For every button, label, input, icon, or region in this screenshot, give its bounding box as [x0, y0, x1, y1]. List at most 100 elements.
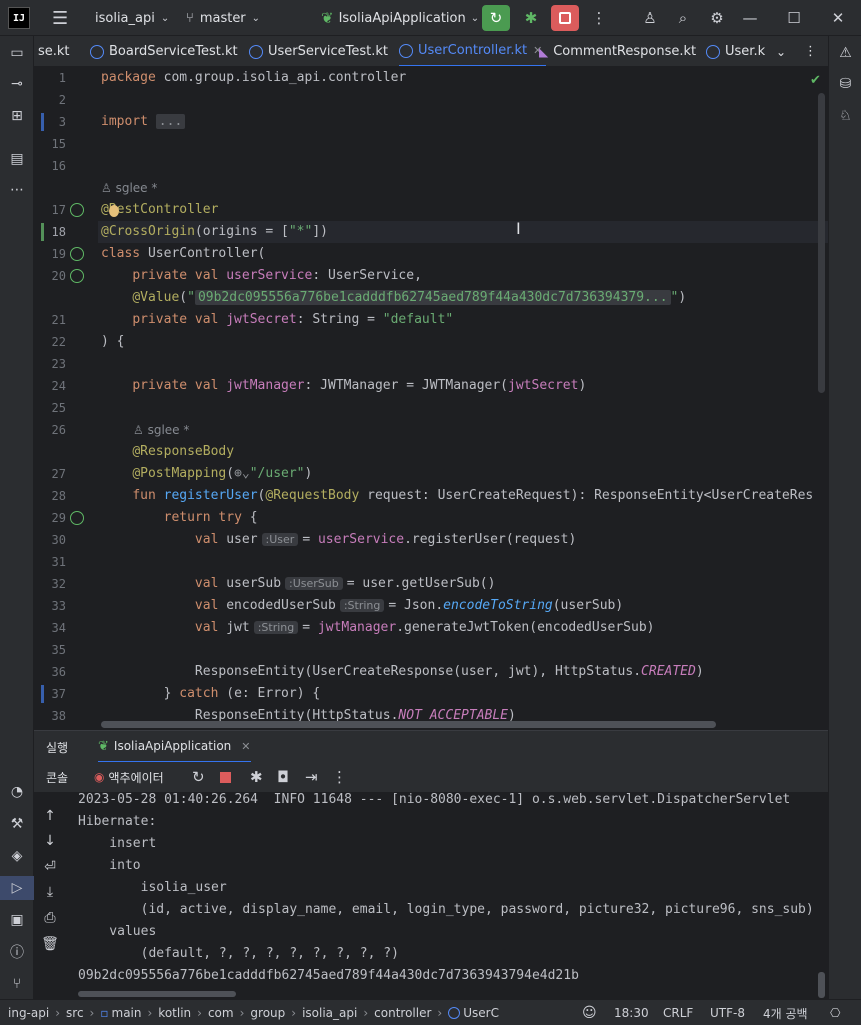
- commit-tool-button[interactable]: ⊸: [0, 72, 34, 96]
- clear-console-button[interactable]: 🗑: [34, 932, 66, 956]
- breadcrumb-item[interactable]: main: [112, 1006, 142, 1020]
- inspection-ok-icon[interactable]: ✔: [810, 73, 821, 88]
- rerun-button[interactable]: ↻: [482, 5, 510, 31]
- tabs-dropdown-button[interactable]: ⌄: [776, 36, 786, 66]
- right-tool-strip: ⚠ ⛁ ♘: [828, 36, 861, 999]
- tab-item-active[interactable]: UserController.kt ✕: [399, 36, 547, 66]
- unlock-icon: ⎔: [830, 1006, 841, 1020]
- tab-console[interactable]: 콘솔: [46, 762, 68, 792]
- gradle-tool-button[interactable]: ♘: [829, 104, 861, 128]
- notifications-tool-button[interactable]: ⚠: [829, 41, 861, 65]
- line-separator[interactable]: CRLF: [663, 1000, 693, 1025]
- profiler-tool-button[interactable]: ◔: [0, 780, 34, 804]
- scroll-to-end-button[interactable]: ⤓: [34, 880, 66, 904]
- screenshot-button[interactable]: ◘: [277, 762, 289, 792]
- cursor-position[interactable]: 18:30: [614, 1000, 649, 1025]
- spring-bean-icon[interactable]: [70, 247, 84, 261]
- scroll-down-button[interactable]: ↓: [34, 829, 66, 853]
- branch-selector[interactable]: ⑂ master ⌄: [186, 0, 260, 36]
- stop-small-button[interactable]: [220, 762, 231, 792]
- project-selector[interactable]: isolia_api ⌄: [95, 0, 169, 36]
- author-hint[interactable]: ♙ sglee *: [101, 181, 157, 195]
- main-menu-button[interactable]: ☰: [52, 0, 68, 36]
- copilot-status[interactable]: ☺: [582, 1000, 597, 1025]
- console-side-toolbar: ↑ ↓ ⏎ ⤓ ⎙ 🗑: [34, 792, 66, 999]
- code-line: val jwt:String = jwtManager.generateJwtTo…: [194, 620, 655, 635]
- breadcrumb-item[interactable]: src: [66, 1006, 84, 1020]
- author-hint[interactable]: ♙ sglee *: [133, 423, 189, 437]
- maximize-button[interactable]: ☐: [780, 5, 808, 31]
- line-number: 26: [51, 423, 66, 437]
- minimize-button[interactable]: —: [736, 5, 764, 31]
- vertical-scrollbar[interactable]: [818, 93, 825, 393]
- settings-button[interactable]: ⚙: [703, 5, 731, 31]
- terminal-tool-button[interactable]: ▣: [0, 908, 34, 932]
- tab-item[interactable]: UserServiceTest.kt: [249, 36, 388, 66]
- bell-icon: ⚠: [839, 45, 852, 61]
- readonly-toggle[interactable]: ⎔: [830, 1000, 840, 1025]
- run-tool-button[interactable]: ▷: [0, 876, 34, 900]
- export-button[interactable]: ⇥: [305, 762, 318, 792]
- breadcrumb-item[interactable]: controller: [374, 1006, 431, 1020]
- breadcrumb-item[interactable]: UserC: [463, 1006, 499, 1020]
- kotlin-class-icon: [90, 44, 104, 59]
- folded-value-string[interactable]: 09b2dc095556a776be1cadddfb62745aed789f44…: [194, 290, 671, 305]
- title-bar: IJ ☰ isolia_api ⌄ ⑂ master ⌄ ❦ IsoliaApi…: [0, 0, 861, 36]
- tab-item[interactable]: ◣ CommentResponse.kt: [539, 36, 696, 66]
- web-endpoint-icon[interactable]: [70, 511, 84, 525]
- spring-bean-icon[interactable]: [70, 269, 84, 283]
- console-output[interactable]: ↑ ↓ ⏎ ⤓ ⎙ 🗑 2023-05-28 01:40:26.264 INFO…: [34, 792, 828, 999]
- code-line: fun registerUser(@RequestBody request: U…: [132, 488, 814, 503]
- lightbulb-icon[interactable]: [109, 205, 119, 217]
- folded-imports[interactable]: ...: [155, 114, 186, 129]
- intellij-logo-icon[interactable]: IJ: [8, 7, 30, 29]
- tab-actuator[interactable]: ◉ 액추에이터: [94, 762, 164, 792]
- structure-tool-button[interactable]: ⊞: [0, 104, 34, 128]
- folder-icon: ▭: [10, 45, 24, 61]
- spring-bean-icon[interactable]: [70, 203, 84, 217]
- line-number: 17: [51, 203, 66, 217]
- search-button[interactable]: ⌕: [669, 5, 697, 31]
- run-more-button[interactable]: ⋮: [332, 762, 347, 792]
- services-tool-button[interactable]: ◈: [0, 844, 34, 868]
- indent-setting[interactable]: 4개 공백: [763, 1000, 808, 1025]
- print-button[interactable]: ⎙: [34, 906, 66, 930]
- add-user-button[interactable]: ♙: [636, 5, 664, 31]
- tab-item[interactable]: se.kt: [38, 36, 70, 66]
- run-app-tab[interactable]: ❦ IsoliaApiApplication ✕: [98, 731, 251, 763]
- run-config-selector[interactable]: ❦ IsoliaApiApplication ⌄: [321, 0, 479, 36]
- code-editor[interactable]: 1 2 3 15 16 17 18 19 20 21 22 23 24 25 2…: [34, 67, 828, 730]
- close-tab-icon[interactable]: ✕: [241, 740, 250, 753]
- project-name: isolia_api: [95, 10, 155, 26]
- breadcrumb-item[interactable]: kotlin: [158, 1006, 191, 1020]
- project-tool-button[interactable]: ▭: [0, 41, 34, 65]
- breadcrumb: ing-api › src › ▫ main › kotlin › com › …: [8, 1006, 499, 1020]
- search-icon: ⌕: [678, 9, 688, 27]
- breadcrumb-item[interactable]: isolia_api: [302, 1006, 357, 1020]
- soft-wrap-button[interactable]: ⏎: [34, 855, 66, 879]
- debug-button[interactable]: ✱: [517, 5, 545, 31]
- more-tools-button[interactable]: ⋯: [0, 178, 34, 202]
- more-actions-button[interactable]: ⋮: [585, 5, 613, 31]
- problems-tool-button[interactable]: ⓘ: [0, 940, 34, 964]
- git-tool-button[interactable]: ⑂: [0, 972, 34, 996]
- console-vertical-scrollbar[interactable]: [818, 972, 825, 998]
- warning-circle-icon: ⓘ: [10, 945, 24, 961]
- breadcrumb-item[interactable]: group: [250, 1006, 285, 1020]
- build-tool-button[interactable]: ⚒: [0, 812, 34, 836]
- tab-item[interactable]: User.k: [706, 36, 765, 66]
- bookmarks-tool-button[interactable]: ▤: [0, 147, 34, 171]
- debug-small-button[interactable]: ✱: [250, 762, 263, 792]
- tabs-more-button[interactable]: ⋮: [804, 36, 817, 66]
- file-encoding[interactable]: UTF-8: [710, 1000, 745, 1025]
- scroll-up-button[interactable]: ↑: [34, 804, 66, 828]
- close-window-button[interactable]: ✕: [824, 5, 852, 31]
- tab-item[interactable]: BoardServiceTest.kt: [90, 36, 238, 66]
- breadcrumb-item[interactable]: ing-api: [8, 1006, 49, 1020]
- breadcrumb-item[interactable]: com: [208, 1006, 234, 1020]
- rerun-small-button[interactable]: ↻: [192, 762, 205, 792]
- database-tool-button[interactable]: ⛁: [829, 72, 861, 96]
- stop-button[interactable]: [551, 5, 579, 31]
- horizontal-scrollbar[interactable]: [101, 721, 716, 728]
- console-horizontal-scrollbar[interactable]: [78, 991, 236, 997]
